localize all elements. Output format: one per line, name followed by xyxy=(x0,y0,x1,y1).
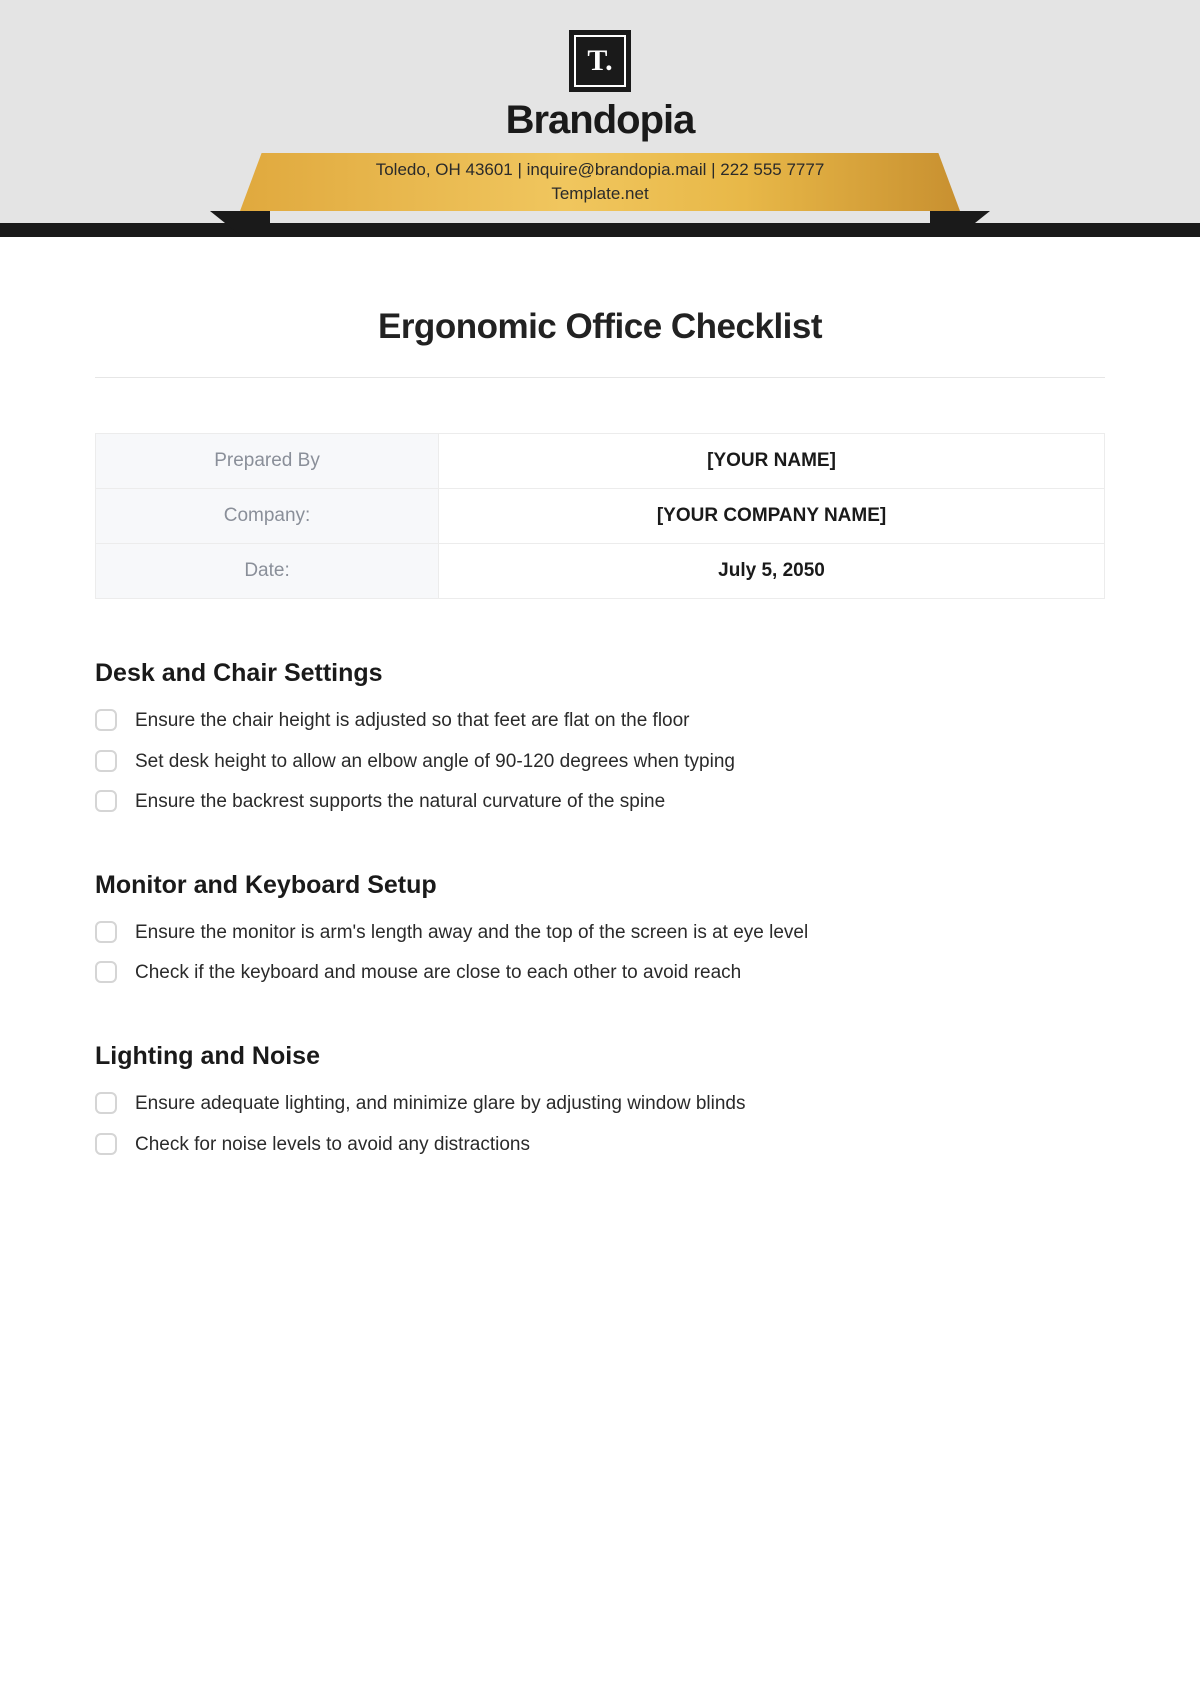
section-title: Monitor and Keyboard Setup xyxy=(95,871,1105,900)
list-item: Ensure the chair height is adjusted so t… xyxy=(95,708,1105,735)
checklist-section: Desk and Chair Settings Ensure the chair … xyxy=(95,659,1105,816)
checkbox[interactable] xyxy=(95,961,117,983)
brand-name: Brandopia xyxy=(0,98,1200,143)
check-item-text: Ensure the backrest supports the natural… xyxy=(135,789,665,816)
page-body: Ergonomic Office Checklist Prepared By [… xyxy=(0,237,1200,1707)
list-item: Check for noise levels to avoid any dist… xyxy=(95,1132,1105,1159)
date-value: July 5, 2050 xyxy=(439,544,1105,599)
prepared-by-label: Prepared By xyxy=(96,434,439,489)
checkbox[interactable] xyxy=(95,921,117,943)
list-item: Set desk height to allow an elbow angle … xyxy=(95,749,1105,776)
list-item: Ensure the backrest supports the natural… xyxy=(95,789,1105,816)
list-item: Ensure the monitor is arm's length away … xyxy=(95,920,1105,947)
checkbox[interactable] xyxy=(95,1133,117,1155)
meta-table: Prepared By [YOUR NAME] Company: [YOUR C… xyxy=(95,433,1105,599)
ribbon-line-2: Template.net xyxy=(551,182,648,206)
list-item: Ensure adequate lighting, and minimize g… xyxy=(95,1091,1105,1118)
check-item-text: Ensure the monitor is arm's length away … xyxy=(135,920,808,947)
table-row: Company: [YOUR COMPANY NAME] xyxy=(96,489,1105,544)
section-title: Desk and Chair Settings xyxy=(95,659,1105,688)
ribbon-fold-right xyxy=(930,211,990,235)
checklist-section: Lighting and Noise Ensure adequate lighti… xyxy=(95,1042,1105,1158)
prepared-by-value: [YOUR NAME] xyxy=(439,434,1105,489)
date-label: Date: xyxy=(96,544,439,599)
list-item: Check if the keyboard and mouse are clos… xyxy=(95,960,1105,987)
checkbox[interactable] xyxy=(95,790,117,812)
section-title: Lighting and Noise xyxy=(95,1042,1105,1071)
checkbox[interactable] xyxy=(95,750,117,772)
table-row: Date: July 5, 2050 xyxy=(96,544,1105,599)
check-item-text: Set desk height to allow an elbow angle … xyxy=(135,749,735,776)
ribbon-line-1: Toledo, OH 43601 | inquire@brandopia.mai… xyxy=(376,158,825,182)
ribbon-fold-left xyxy=(210,211,270,235)
document-header: T. Brandopia Toledo, OH 43601 | inquire@… xyxy=(0,0,1200,223)
check-item-text: Ensure the chair height is adjusted so t… xyxy=(135,708,690,735)
ribbon-wrap: Toledo, OH 43601 | inquire@brandopia.mai… xyxy=(0,153,1200,223)
logo: T. xyxy=(569,30,631,92)
logo-text: T. xyxy=(574,35,626,87)
header-bar xyxy=(0,223,1200,237)
title-divider xyxy=(95,377,1105,378)
company-value: [YOUR COMPANY NAME] xyxy=(439,489,1105,544)
check-item-text: Ensure adequate lighting, and minimize g… xyxy=(135,1091,745,1118)
checkbox[interactable] xyxy=(95,709,117,731)
check-item-text: Check if the keyboard and mouse are clos… xyxy=(135,960,741,987)
checkbox[interactable] xyxy=(95,1092,117,1114)
contact-ribbon: Toledo, OH 43601 | inquire@brandopia.mai… xyxy=(240,153,960,211)
check-item-text: Check for noise levels to avoid any dist… xyxy=(135,1132,530,1159)
company-label: Company: xyxy=(96,489,439,544)
table-row: Prepared By [YOUR NAME] xyxy=(96,434,1105,489)
page-title: Ergonomic Office Checklist xyxy=(95,307,1105,347)
checklist-section: Monitor and Keyboard Setup Ensure the mon… xyxy=(95,871,1105,987)
